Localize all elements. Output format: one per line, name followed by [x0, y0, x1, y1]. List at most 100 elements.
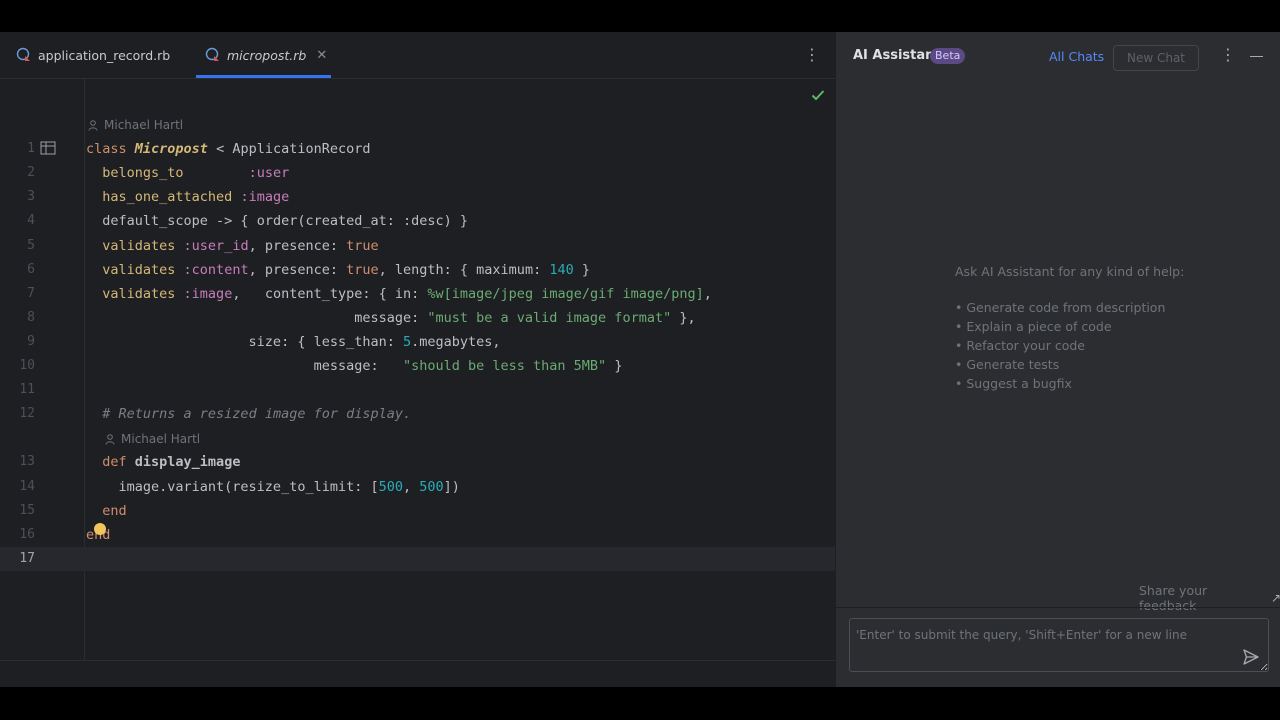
help-suggestions: Ask AI Assistant for any kind of help: •…	[955, 264, 1184, 393]
code-line: 10 message: "should be less than 5MB" }	[0, 354, 835, 378]
check-icon[interactable]	[810, 87, 826, 103]
close-icon[interactable]: ✕	[316, 48, 327, 63]
code-line: 1 class Micropost < ApplicationRecord	[0, 137, 835, 161]
line-number: 16	[19, 527, 35, 542]
author-annotation[interactable]: Michael Hartl	[88, 116, 183, 134]
code-line: 16 end	[0, 523, 835, 547]
code-text: , content_type: { in:	[232, 286, 428, 302]
number: 500	[419, 479, 444, 495]
line-number: 2	[27, 165, 35, 180]
line-number: 9	[27, 334, 35, 349]
beta-badge: Beta	[930, 48, 966, 64]
code-line: 15 end	[0, 499, 835, 523]
line-number: 1	[27, 141, 35, 156]
line-number: 13	[19, 454, 35, 469]
author-annotation[interactable]: Michael Hartl	[105, 430, 200, 448]
more-options-icon[interactable]: ⋮	[1220, 46, 1236, 64]
suggestion-item: • Generate tests	[955, 357, 1060, 372]
symbol: :user_id	[175, 238, 249, 254]
method-call: validates	[102, 238, 176, 254]
code-line-current: 17	[0, 547, 835, 571]
code-line: 12 # Returns a resized image for display…	[0, 402, 835, 426]
method-call: belongs_to	[102, 165, 184, 181]
line-number: 4	[27, 213, 35, 228]
code-text: message:	[86, 310, 428, 326]
keyword: def	[102, 454, 127, 470]
tab-application-record[interactable]: application_record.rb	[16, 32, 170, 78]
editor-tab-bar: application_record.rb micropost.rb ✕ ⋮	[0, 32, 835, 79]
more-options-icon[interactable]: ⋮	[804, 46, 820, 64]
tab-label: micropost.rb	[227, 47, 307, 63]
code-text: default_scope -> { order(created_at: :de…	[102, 213, 469, 229]
line-number: 15	[19, 503, 35, 518]
number: 140	[549, 262, 574, 278]
line-number: 14	[19, 479, 35, 494]
class-name: Micropost	[134, 141, 208, 157]
code-line: 14 image.variant(resize_to_limit: [500, …	[0, 475, 835, 499]
code-line: 13 def display_image	[0, 450, 835, 474]
external-link-icon: ↗	[1270, 591, 1280, 605]
person-icon	[88, 119, 98, 131]
chat-input[interactable]	[849, 618, 1269, 672]
keyword: true	[346, 262, 379, 278]
active-tab-indicator	[196, 75, 331, 78]
code-text: },	[671, 310, 696, 326]
line-number: 11	[19, 382, 35, 397]
ide-window: application_record.rb micropost.rb ✕ ⋮ M…	[0, 32, 1280, 687]
number: 5	[402, 334, 412, 350]
code-text: message:	[86, 358, 403, 374]
all-chats-link[interactable]: All Chats	[1049, 49, 1104, 64]
keyword: true	[346, 238, 379, 254]
line-number: 3	[27, 189, 35, 204]
code-line: 8 message: "must be a valid image format…	[0, 306, 835, 330]
ruby-file-icon	[16, 47, 32, 63]
method-call: validates	[102, 286, 176, 302]
symbol: :content	[175, 262, 249, 278]
code-text: image.variant(resize_to_limit: [	[86, 479, 379, 495]
keyword: end	[102, 503, 127, 519]
panel-title: AI Assistant	[853, 48, 941, 63]
minimize-icon[interactable]	[1250, 56, 1263, 57]
number: 500	[378, 479, 403, 495]
structure-icon[interactable]	[40, 140, 56, 155]
suggestion-item: • Generate code from description	[955, 300, 1166, 315]
string-literal: "should be less than 5MB"	[402, 358, 607, 374]
code-text: }	[606, 358, 623, 374]
code-text: < ApplicationRecord	[207, 141, 371, 157]
symbol: :user	[183, 165, 290, 181]
symbol: :image	[232, 189, 290, 205]
ruby-file-icon	[205, 47, 221, 63]
lightbulb-icon[interactable]	[94, 523, 106, 535]
method-name: display_image	[126, 454, 241, 470]
code-text: , presence:	[248, 262, 347, 278]
input-divider	[836, 607, 1280, 608]
line-number: 5	[27, 238, 35, 253]
tab-micropost[interactable]: micropost.rb ✕	[205, 32, 327, 78]
code-text: }	[573, 262, 590, 278]
code-line: 11	[0, 378, 835, 402]
code-line: 4 default_scope -> { order(created_at: :…	[0, 209, 835, 233]
code-text: , length: { maximum:	[378, 262, 550, 278]
code-area[interactable]: Michael Hartl 1 class Micropost < Applic…	[0, 79, 835, 659]
code-text: size: { less_than:	[86, 334, 403, 350]
code-text: , presence:	[248, 238, 347, 254]
code-line: 7 validates :image, content_type: { in: …	[0, 282, 835, 306]
method-call: validates	[102, 262, 176, 278]
new-chat-button[interactable]: New Chat	[1113, 45, 1199, 71]
code-line: 6 validates :content, presence: true, le…	[0, 258, 835, 282]
person-icon	[105, 433, 115, 445]
code-line: 3 has_one_attached :image	[0, 185, 835, 209]
code-text: ,	[403, 479, 420, 495]
help-heading: Ask AI Assistant for any kind of help:	[955, 264, 1185, 279]
code-text: .megabytes,	[411, 334, 501, 350]
ai-assistant-header: AI Assistant Beta All Chats New Chat ⋮	[836, 32, 1280, 78]
feedback-link[interactable]: Share your feedback ↗	[1139, 583, 1280, 613]
line-number: 6	[27, 262, 35, 277]
code-text: ])	[443, 479, 460, 495]
string-literal: "must be a valid image format"	[427, 310, 672, 326]
editor-bottom-divider	[0, 660, 835, 661]
send-icon[interactable]	[1242, 648, 1260, 666]
line-number: 8	[27, 310, 35, 325]
method-call: has_one_attached	[102, 189, 233, 205]
code-comment: # Returns a resized image for display.	[102, 406, 412, 422]
